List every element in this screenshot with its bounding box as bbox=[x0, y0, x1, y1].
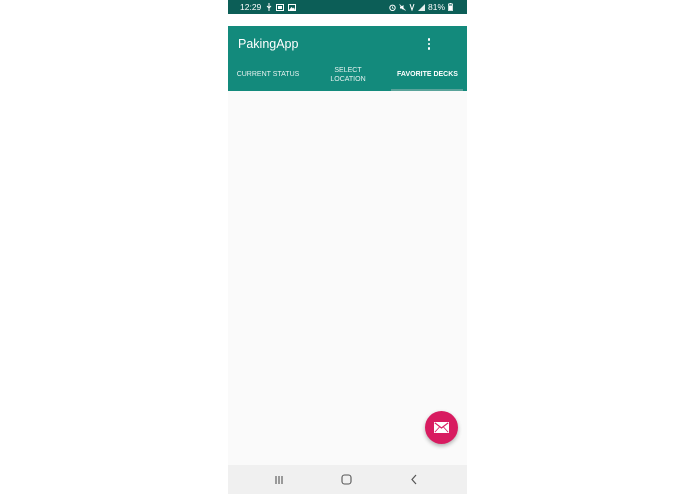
tab-label-line2: LOCATION bbox=[330, 75, 366, 83]
back-icon bbox=[411, 474, 417, 485]
signal-icon bbox=[417, 3, 425, 11]
battery-icon bbox=[448, 3, 453, 11]
tab-current-status[interactable]: CURRENT STATUS bbox=[228, 60, 308, 91]
tab-favorite-decks[interactable]: FAVORITE DECKS bbox=[388, 60, 467, 91]
tab-label-line1: SELECT bbox=[334, 67, 362, 74]
menu-dot bbox=[427, 42, 431, 46]
recents-icon bbox=[275, 475, 283, 484]
tab-select-location[interactable]: SELECT LOCATION bbox=[308, 60, 388, 91]
tab-label: FAVORITE DECKS bbox=[397, 71, 458, 79]
tab-label: CURRENT STATUS bbox=[236, 71, 300, 79]
app-bar: PakingApp CURRENT STATUS SELECT LOCATION… bbox=[228, 26, 467, 91]
menu-dot bbox=[427, 38, 431, 41]
more-vert-icon[interactable] bbox=[422, 36, 436, 52]
status-gap bbox=[228, 14, 467, 26]
menu-dot bbox=[427, 47, 431, 50]
image-icon bbox=[288, 3, 296, 11]
alarm-icon bbox=[389, 4, 396, 11]
usb-icon bbox=[266, 3, 272, 11]
battery-percent: 81% bbox=[427, 2, 445, 12]
recents-button[interactable] bbox=[259, 465, 299, 494]
favorite-decks-content bbox=[228, 91, 467, 465]
screenshot-icon bbox=[276, 3, 284, 11]
email-fab-button[interactable] bbox=[425, 411, 458, 444]
email-icon bbox=[434, 422, 449, 433]
home-button[interactable] bbox=[326, 465, 366, 494]
status-system-icons: 81% bbox=[389, 0, 453, 14]
status-notification-icons bbox=[266, 0, 296, 14]
status-time: 12:29 bbox=[240, 2, 262, 12]
app-title: PakingApp bbox=[238, 37, 299, 51]
system-nav-bar bbox=[228, 465, 467, 494]
mute-icon bbox=[399, 3, 406, 11]
phone-screen: 12:29 81% PakingApp CURRENT STATUS SELEC… bbox=[228, 0, 467, 494]
wifi-icon bbox=[409, 3, 415, 11]
home-icon bbox=[340, 474, 352, 485]
back-button[interactable] bbox=[394, 465, 434, 494]
tab-bar: CURRENT STATUS SELECT LOCATION FAVORITE … bbox=[228, 60, 467, 91]
status-bar: 12:29 81% bbox=[228, 0, 467, 14]
